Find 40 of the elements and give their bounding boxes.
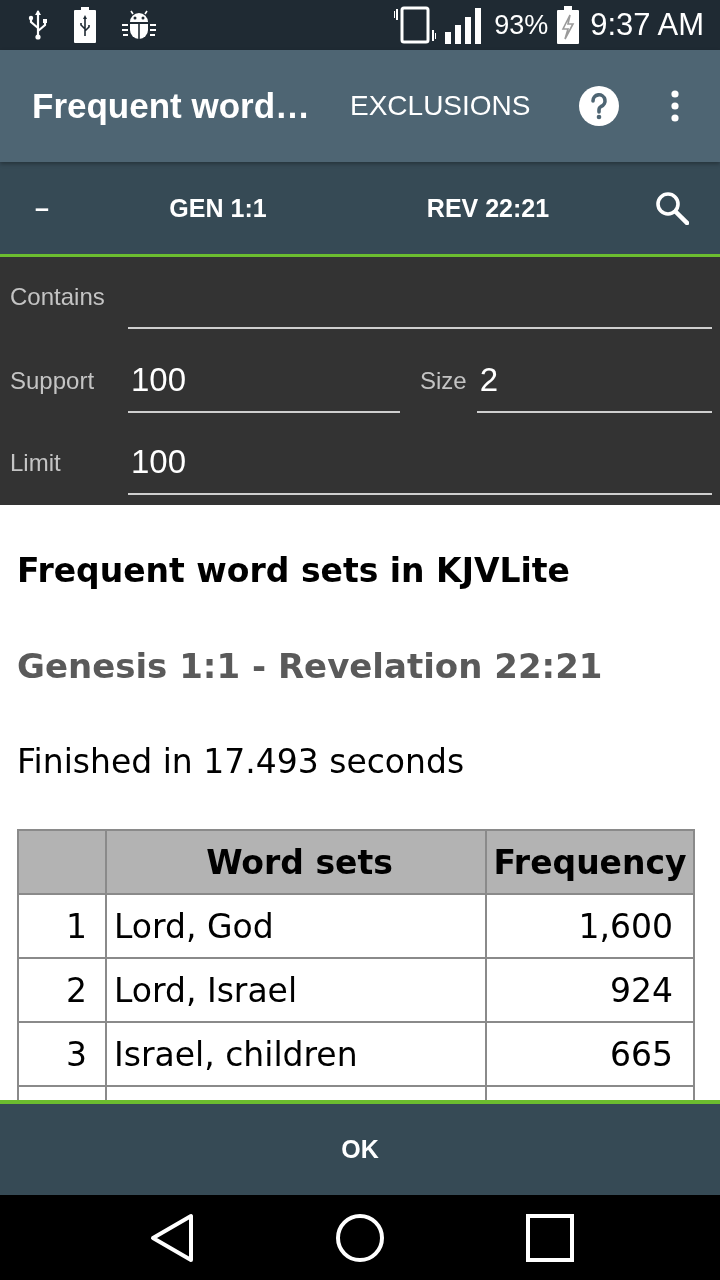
row-number: 2 <box>19 959 107 1021</box>
exclusions-button[interactable]: EXCLUSIONS <box>350 82 531 130</box>
field-label: Support <box>10 367 96 396</box>
help-icon[interactable] <box>578 86 619 126</box>
collapse-button[interactable]: – <box>31 187 53 229</box>
end-verse-button[interactable]: REV 22:21 <box>422 187 554 229</box>
bug-icon <box>122 10 156 40</box>
field-label: Contains <box>10 283 106 312</box>
vibrate-icon <box>394 6 437 44</box>
app-title: Frequent word… <box>32 86 312 126</box>
start-verse-button[interactable]: GEN 1:1 <box>165 187 271 229</box>
battery-charging-icon <box>557 6 580 44</box>
ok-button[interactable]: OK <box>0 1104 720 1195</box>
text-field[interactable]: 100 <box>128 357 400 413</box>
table-cell-text: 665 <box>609 1033 674 1076</box>
column-header: Word sets <box>107 831 487 893</box>
row-number: 1 <box>19 895 107 957</box>
table-cell: Lord, Israel <box>107 959 487 1021</box>
clock: 9:37 AM <box>590 7 704 43</box>
table-cell: Israel, children <box>107 1023 487 1085</box>
report-range: Genesis 1:1 - Revelation 22:21 <box>17 646 604 686</box>
field-label: Size <box>420 367 467 396</box>
overflow-menu-icon[interactable] <box>670 90 679 122</box>
text-field[interactable]: 2 <box>476 357 712 413</box>
row-number: 3 <box>19 1023 107 1085</box>
column-header: Frequency <box>492 841 688 884</box>
usb-icon <box>28 10 48 40</box>
search-icon[interactable] <box>655 191 689 225</box>
text-field[interactable]: 100 <box>128 439 712 495</box>
usb-battery-icon <box>74 7 96 43</box>
field-label: Limit <box>10 449 62 478</box>
table-cell-text: 924 <box>609 969 674 1012</box>
table-cell-text: 1,600 <box>577 905 674 948</box>
back-icon[interactable] <box>150 1212 194 1263</box>
report-timing: Finished in 17.493 seconds <box>17 742 466 781</box>
battery-percent: 93% <box>494 9 549 41</box>
home-icon[interactable] <box>336 1213 384 1262</box>
report-title: Frequent word sets in KJVLite <box>17 551 571 590</box>
table-cell: Lord, God <box>107 895 487 957</box>
recents-icon[interactable] <box>526 1213 574 1262</box>
